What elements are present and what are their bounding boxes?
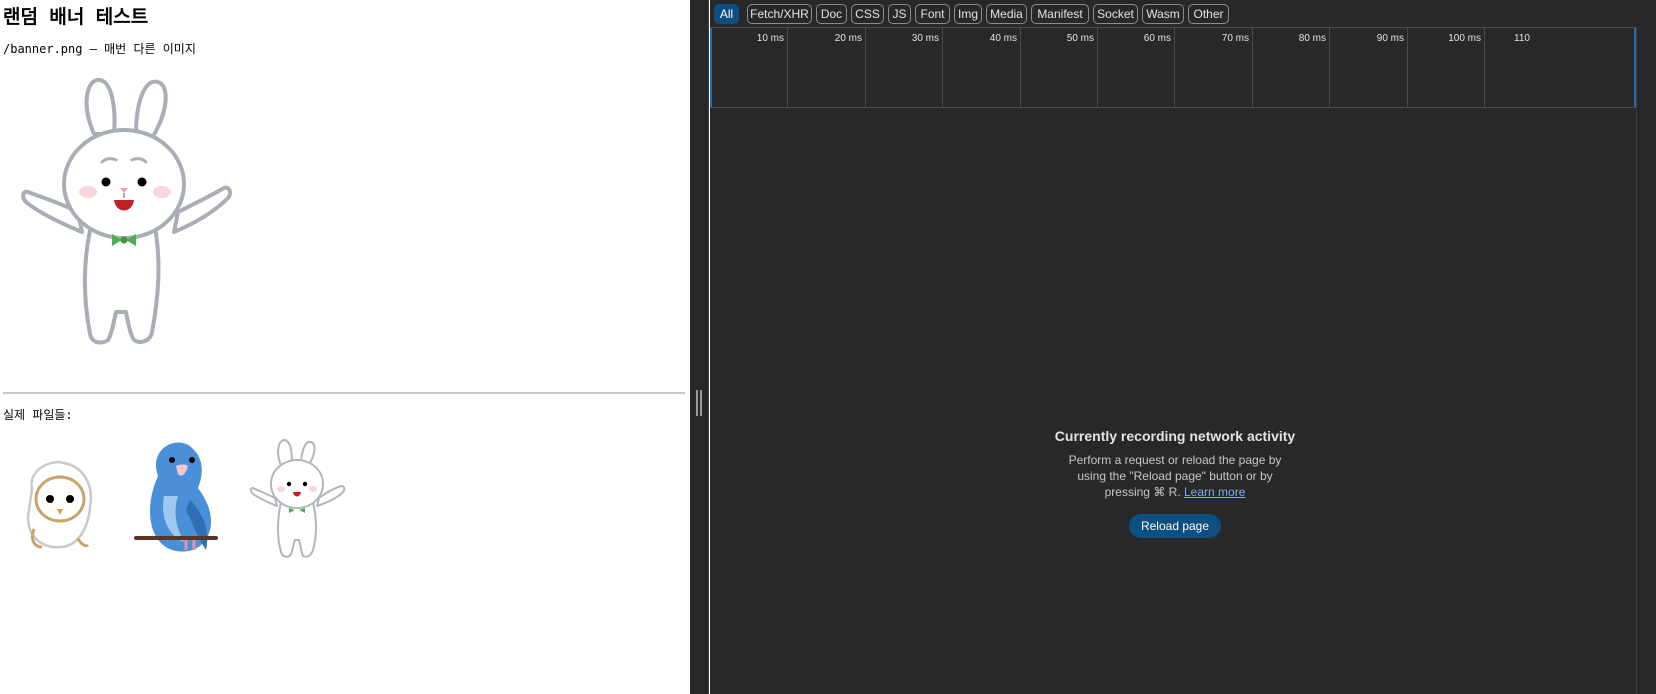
horizontal-rule [3,392,685,394]
timeline-tick-label: 50 ms [1066,33,1094,44]
owl-thumbnail-image [26,460,93,549]
reload-page-button[interactable]: Reload page [1128,514,1222,538]
learn-more-link[interactable]: Learn more [1184,485,1245,499]
empty-state-line: using the "Reload page" button or by [1077,469,1273,483]
panel-right-border [1636,27,1637,694]
filter-bar: All Fetch/XHR Doc CSS JS Font Img Media … [710,0,1656,27]
timeline-tick [865,28,866,107]
timeline-tick [1097,28,1098,107]
empty-state-title: Currently recording network activity [1054,428,1296,444]
timeline-tick-label: 90 ms [1376,33,1404,44]
timeline-tick [942,28,943,107]
empty-state-line: pressing ⌘ R. Learn more [955,484,1395,500]
filter-socket[interactable]: Socket [1093,4,1138,24]
timeline-tick [787,28,788,107]
drag-handle-icon[interactable] [696,390,702,416]
timeline-tick [1174,28,1175,107]
panel-splitter[interactable] [690,0,709,694]
filter-font[interactable]: Font [915,4,950,24]
timeline-tick-label: 110 [1514,33,1530,44]
filter-manifest[interactable]: Manifest [1031,4,1089,24]
timeline-tick-label: 20 ms [834,33,862,44]
timeline-tick-label: 60 ms [1143,33,1171,44]
page-title: 랜덤 배너 테스트 [3,6,149,28]
timeline-overview[interactable]: 10 ms 20 ms 30 ms 40 ms 50 ms 60 ms 70 m… [710,27,1636,108]
filter-fetch-xhr[interactable]: Fetch/XHR [747,4,812,24]
timeline-tick-label: 80 ms [1298,33,1326,44]
timeline-tick [1407,28,1408,107]
filter-img[interactable]: Img [954,4,982,24]
timeline-tick [1252,28,1253,107]
filter-js[interactable]: JS [888,4,911,24]
timeline-tick-label: 70 ms [1221,33,1249,44]
bird-thumbnail-image [134,442,218,552]
filter-media[interactable]: Media [986,4,1027,24]
timeline-tick-label: 40 ms [989,33,1017,44]
empty-state: Currently recording network activity Per… [955,428,1395,538]
filter-other[interactable]: Other [1188,4,1229,24]
timeline-tick-label: 30 ms [911,33,939,44]
filter-wasm[interactable]: Wasm [1142,4,1184,24]
empty-state-line-text: pressing ⌘ R. [1104,485,1181,499]
banner-description: /banner.png — 매번 다른 이미지 [3,42,196,56]
overview-left-handle[interactable] [710,28,712,107]
empty-state-line: Perform a request or reload the page by [1068,453,1282,467]
rabbit-thumbnail-image [249,439,346,558]
timeline-tick [1329,28,1330,107]
timeline-tick-label: 10 ms [756,33,784,44]
files-label: 실제 파일들: [3,408,73,422]
banner-image [21,77,233,345]
timeline-tick [1020,28,1021,107]
filter-all[interactable]: All [714,4,739,24]
empty-state-body: Perform a request or reload the page by … [955,452,1395,500]
timeline-tick [1484,28,1485,107]
filter-doc[interactable]: Doc [816,4,847,24]
timeline-tick-label: 100 ms [1448,33,1481,44]
devtools-network-panel: All Fetch/XHR Doc CSS JS Font Img Media … [710,0,1656,694]
filter-css[interactable]: CSS [851,4,884,24]
page-viewport: 랜덤 배너 테스트 /banner.png — 매번 다른 이미지 실제 파일들… [0,0,690,694]
